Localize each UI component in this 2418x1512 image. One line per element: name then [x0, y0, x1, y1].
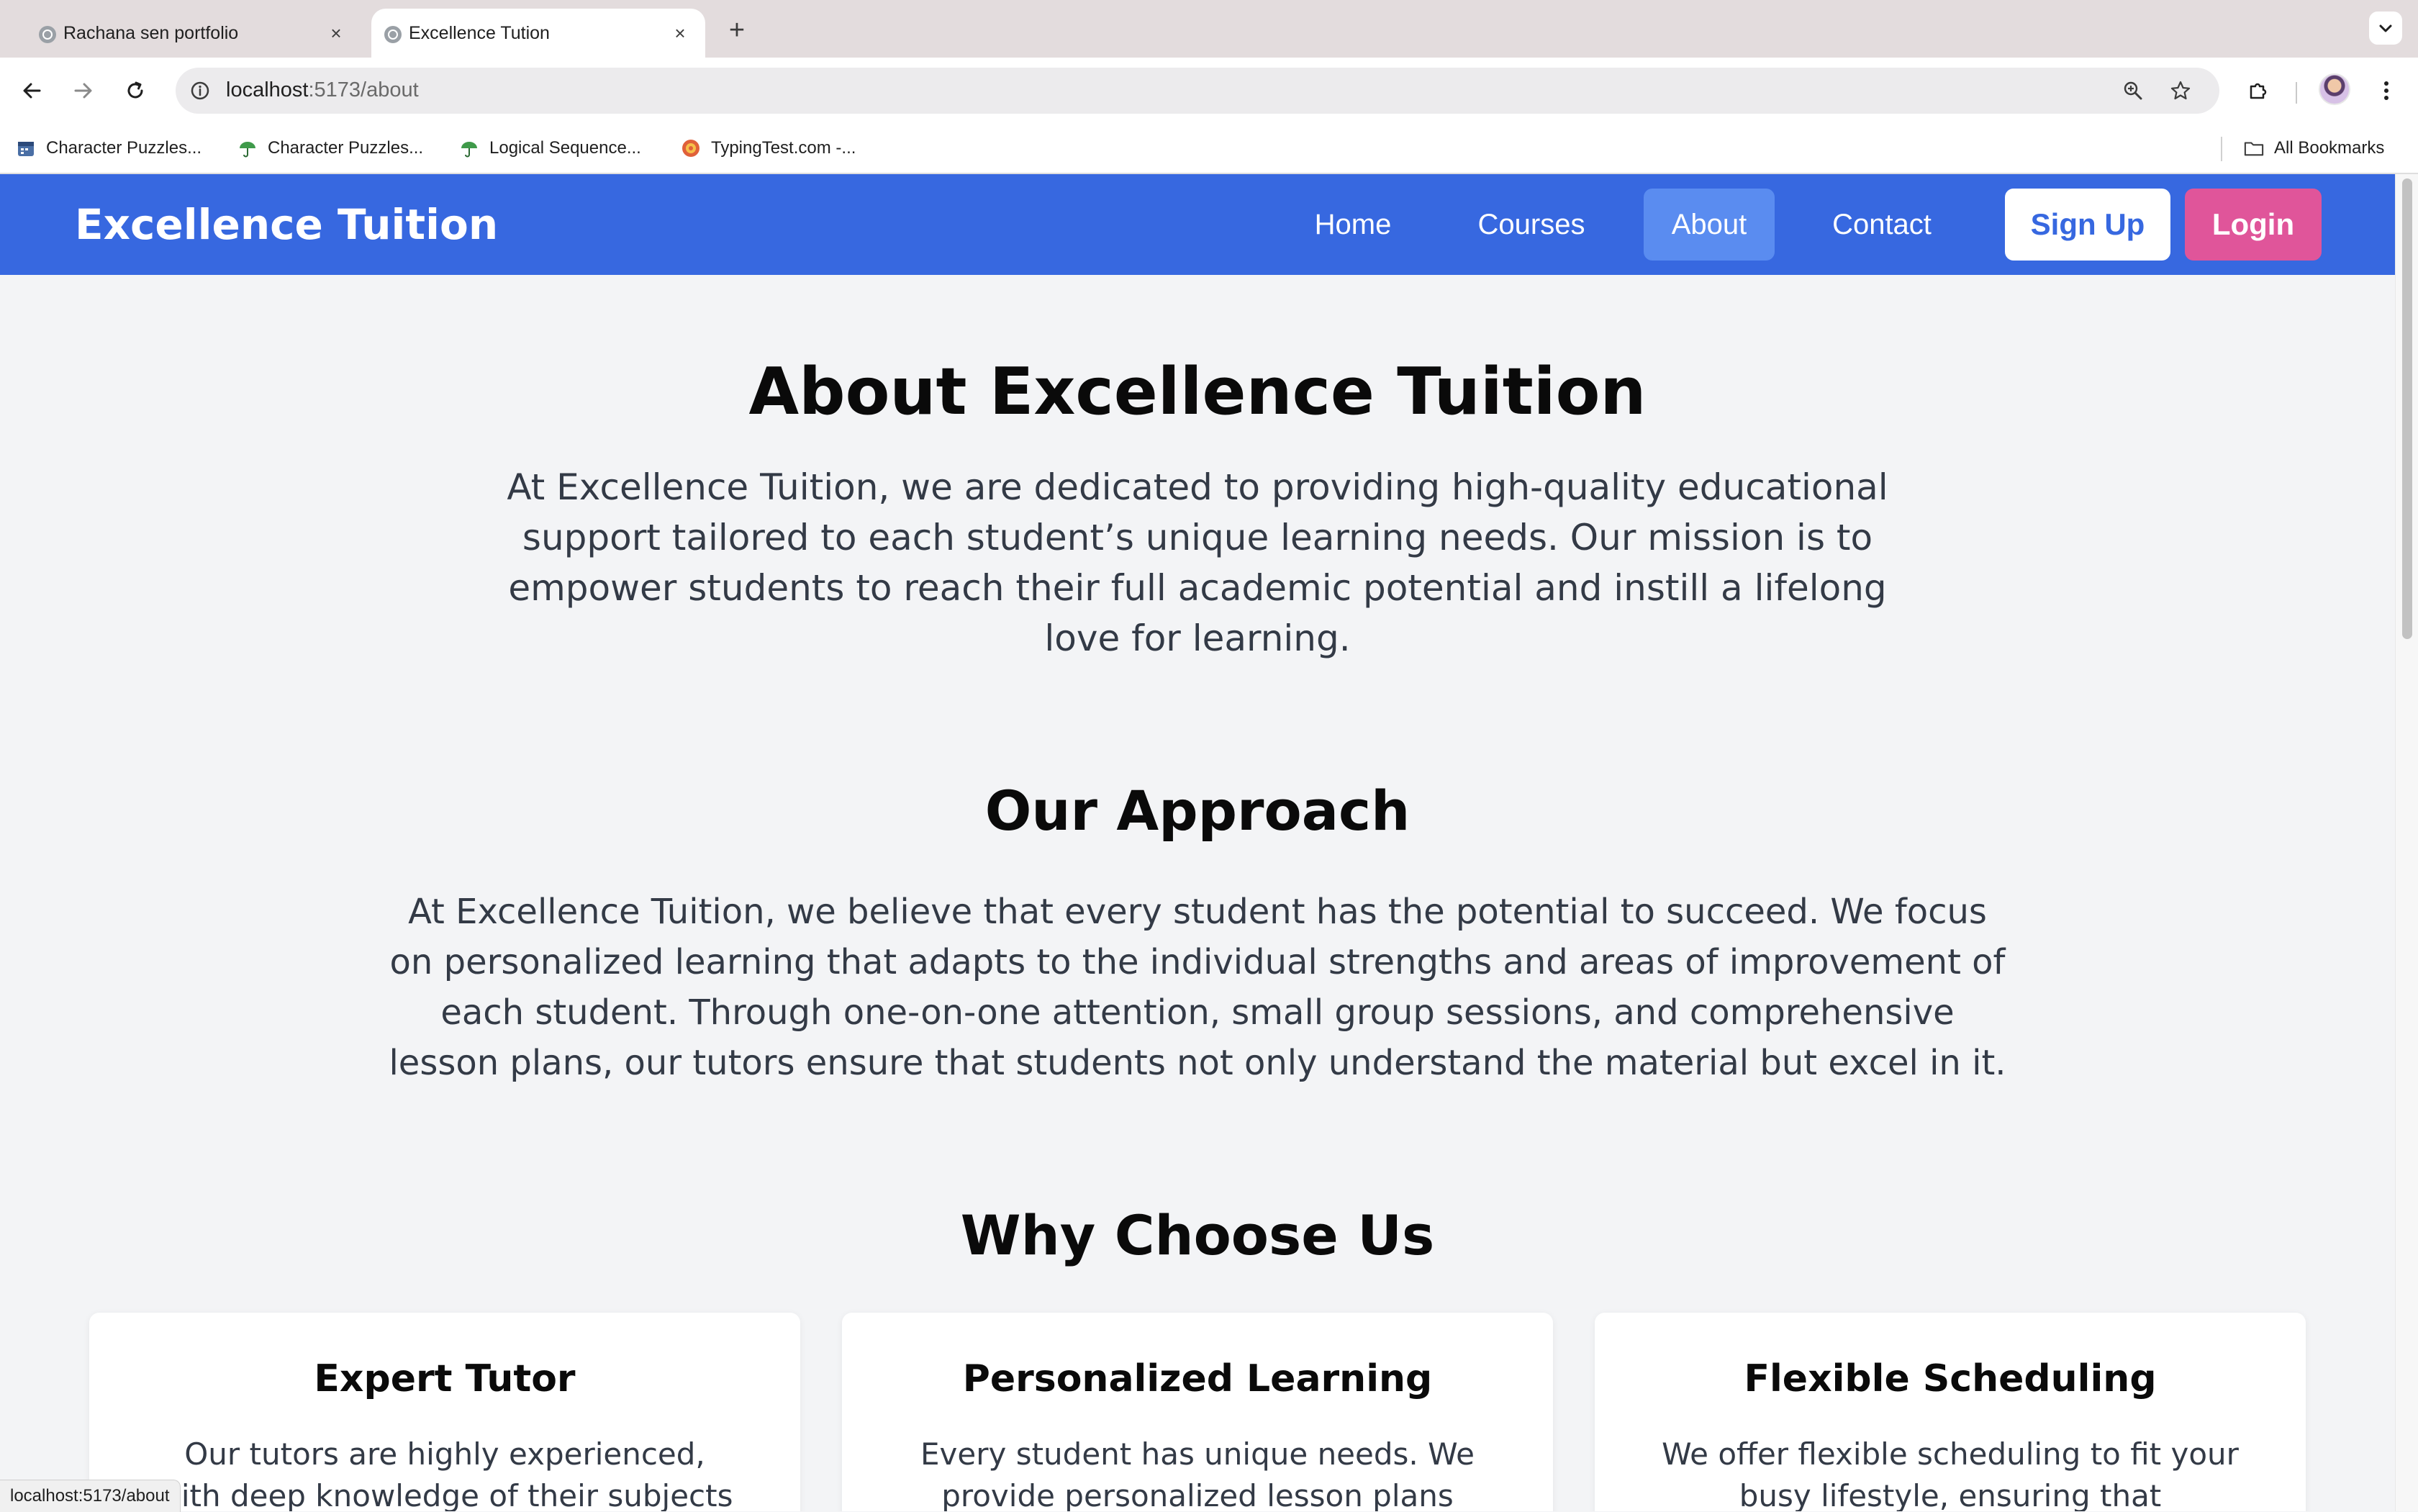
- browser-tab-portfolio[interactable]: Rachana sen portfolio ×: [26, 9, 361, 58]
- reload-button[interactable]: [117, 72, 154, 109]
- bookmark-label: Logical Sequence...: [489, 138, 641, 158]
- feature-card-personalized-learning: Personalized Learning Every student has …: [842, 1313, 1553, 1511]
- chevron-down-icon: [2379, 24, 2392, 32]
- extensions-button[interactable]: [2240, 72, 2277, 109]
- bookmark-item[interactable]: Character Puzzles...: [237, 135, 423, 161]
- card-text: Our tutors are highly experienced, with …: [156, 1436, 733, 1511]
- card-title: Flexible Scheduling: [1744, 1357, 2157, 1400]
- tab-title: Rachana sen portfolio: [63, 22, 239, 43]
- bookmark-item[interactable]: TypingTest.com -...: [681, 135, 856, 161]
- back-button[interactable]: [13, 72, 50, 109]
- toolbar-divider: [2296, 82, 2297, 104]
- globe-icon: [39, 26, 56, 43]
- link-status-bubble: localhost:5173/about: [0, 1480, 181, 1512]
- scrollbar-thumb[interactable]: [2402, 178, 2412, 639]
- why-choose-us-title: Why Choose Us: [960, 1203, 1435, 1267]
- bookmark-item[interactable]: Logical Sequence...: [459, 135, 641, 161]
- typing-icon: [681, 138, 701, 158]
- tab-strip: Rachana sen portfolio × Excellence Tutio…: [0, 0, 2418, 58]
- forward-button[interactable]: [65, 72, 102, 109]
- card-text: We offer flexible scheduling to fit your…: [1662, 1436, 2239, 1511]
- profile-avatar[interactable]: [2319, 73, 2350, 105]
- url-path: :5173/about: [308, 78, 419, 101]
- login-button[interactable]: Login: [2185, 189, 2322, 261]
- about-title: About Excellence Tuition: [748, 354, 1647, 430]
- approach-text: At Excellence Tuition, we believe that e…: [389, 892, 2006, 1083]
- card-title: Expert Tutor: [314, 1357, 576, 1400]
- all-bookmarks-label: All Bookmarks: [2274, 138, 2385, 158]
- calendar-icon: [16, 138, 36, 158]
- umbrella-icon: [459, 138, 479, 158]
- all-bookmarks-button[interactable]: All Bookmarks: [2244, 135, 2384, 161]
- globe-icon: [384, 26, 402, 43]
- bookmark-label: TypingTest.com -...: [711, 138, 856, 158]
- nav-link-contact[interactable]: Contact: [1814, 189, 1950, 261]
- more-vert-icon: [2384, 81, 2388, 100]
- arrow-right-icon: [74, 83, 92, 99]
- bookmark-label: Character Puzzles...: [46, 138, 202, 158]
- close-icon[interactable]: ×: [669, 22, 691, 44]
- browser-toolbar: localhost:5173/about: [0, 58, 2418, 124]
- bookmark-star-icon[interactable]: [2166, 76, 2195, 105]
- address-bar[interactable]: localhost:5173/about: [176, 68, 2219, 114]
- arrow-left-icon: [23, 83, 41, 99]
- tab-title: Excellence Tution: [409, 22, 550, 43]
- puzzle-icon: [2250, 83, 2267, 99]
- bookmarks-bar: Character Puzzles... Character Puzzles..…: [0, 124, 2418, 174]
- new-tab-button[interactable]: +: [721, 14, 753, 46]
- browser-tab-excellence[interactable]: Excellence Tution ×: [371, 9, 705, 58]
- approach-title: Our Approach: [984, 779, 1410, 843]
- feature-card-flexible-scheduling: Flexible Scheduling We offer flexible sc…: [1595, 1313, 2306, 1511]
- bookmark-item[interactable]: Character Puzzles...: [16, 135, 202, 161]
- reload-icon: [127, 81, 143, 99]
- feature-card-expert-tutor: Expert Tutor Our tutors are highly exper…: [89, 1313, 800, 1511]
- url-host: localhost: [226, 78, 309, 101]
- nav-link-courses[interactable]: Courses: [1459, 189, 1603, 261]
- sign-up-button[interactable]: Sign Up: [2005, 189, 2170, 261]
- about-text: At Excellence Tuition, we are dedicated …: [507, 466, 1888, 659]
- site-info-icon[interactable]: [186, 76, 214, 105]
- folder-icon: [2244, 138, 2264, 158]
- nav-link-about[interactable]: About: [1644, 189, 1775, 261]
- address-url: localhost:5173/about: [226, 78, 419, 102]
- site-brand[interactable]: Excellence Tuition: [75, 200, 498, 249]
- tab-search-button[interactable]: [2369, 12, 2402, 45]
- card-text: Every student has unique needs. We provi…: [920, 1436, 1475, 1511]
- card-title: Personalized Learning: [962, 1357, 1433, 1400]
- zoom-icon[interactable]: [2119, 76, 2147, 105]
- bookmarks-divider: [2221, 137, 2222, 161]
- page-scrollbar[interactable]: [2395, 174, 2418, 1511]
- page-viewport: Excellence Tuition Home Courses About Co…: [0, 174, 2395, 1511]
- bookmark-label: Character Puzzles...: [268, 138, 424, 158]
- browser-menu-button[interactable]: [2368, 72, 2405, 109]
- close-icon[interactable]: ×: [325, 22, 347, 44]
- nav-link-home[interactable]: Home: [1288, 189, 1418, 261]
- site-navbar: Excellence Tuition Home Courses About Co…: [0, 174, 2395, 275]
- umbrella-icon: [237, 138, 258, 158]
